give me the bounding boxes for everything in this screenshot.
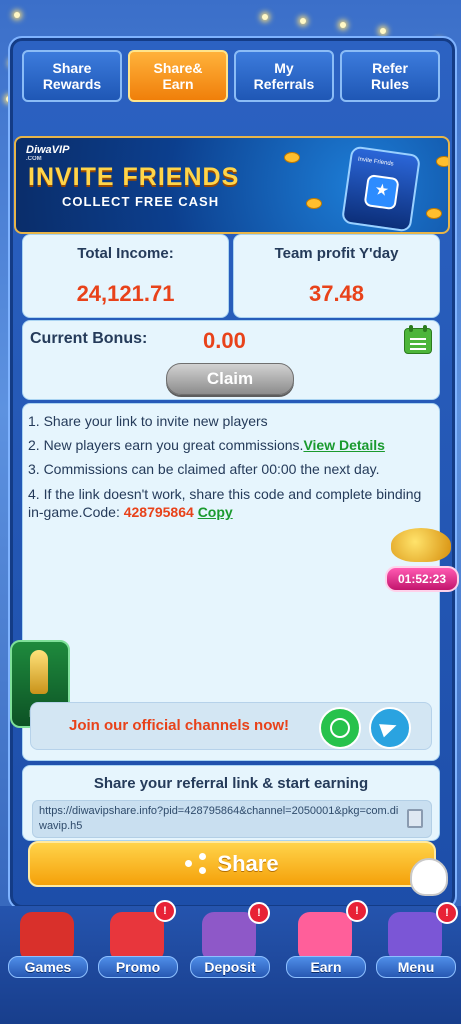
promo-badge: ! <box>154 900 176 922</box>
referral-link-box[interactable]: https://diwavipshare.info?pid=428795864&… <box>32 800 432 838</box>
menu-grid-icon <box>388 912 442 962</box>
share-button[interactable]: Share <box>28 841 436 887</box>
total-income-value: 24,121.71 <box>76 281 175 306</box>
rule-4: 4. If the link doesn't work, share this … <box>28 486 422 520</box>
phone-share-icon <box>298 912 352 962</box>
nav-earn-label: Earn <box>286 956 366 978</box>
tab-bar: Share Rewards Share& Earn My Referrals R… <box>22 50 440 102</box>
share-icon: ★ <box>363 174 400 211</box>
trophy-icon <box>30 650 48 694</box>
channels-text: Join our official channels now! <box>69 717 290 734</box>
telegram-icon[interactable] <box>369 707 411 749</box>
banner-title: INVITE FRIENDS <box>28 163 240 191</box>
invite-banner[interactable]: DiwaVIP .COM INVITE FRIENDS COLLECT FREE… <box>14 136 450 234</box>
referral-code: 428795864 <box>123 504 194 520</box>
claim-button[interactable]: Claim <box>166 363 294 395</box>
slot-machine-icon <box>20 912 74 962</box>
referral-title: Share your referral link & start earning <box>93 775 369 792</box>
tab-my-referrals[interactable]: My Referrals <box>234 50 334 102</box>
banner-subtitle: COLLECT FREE CASH <box>62 194 220 209</box>
menu-badge: ! <box>436 902 458 924</box>
tab-refer-rules[interactable]: Refer Rules <box>340 50 440 102</box>
lamp-promo-widget[interactable]: 01:52:23 <box>383 522 459 592</box>
referral-link-text: https://diwavipshare.info?pid=428795864&… <box>39 805 399 832</box>
share-icon <box>185 853 207 875</box>
nav-promo[interactable]: ! Promo <box>94 900 180 1024</box>
team-profit-value: 37.48 <box>308 281 365 306</box>
copy-code-link[interactable]: Copy <box>198 504 233 520</box>
current-bonus-label: Current Bonus: <box>30 330 148 347</box>
nav-games[interactable]: Games <box>4 906 90 1024</box>
copy-icon[interactable] <box>403 805 423 828</box>
whatsapp-icon[interactable] <box>319 707 361 749</box>
rule-3: 3. Commissions can be claimed after 00:0… <box>28 461 380 477</box>
team-profit-card: Team profit Y'day 37.48 <box>233 234 440 318</box>
magic-lamp-icon <box>391 528 451 562</box>
tab-share-rewards[interactable]: Share Rewards <box>22 50 122 102</box>
nav-menu[interactable]: ! Menu <box>372 902 458 1024</box>
bottom-nav: Games ! Promo ! Deposit ! Earn ! Menu <box>0 900 461 1024</box>
promo-timer: 01:52:23 <box>385 566 459 592</box>
nav-menu-label: Menu <box>376 956 456 978</box>
tab-share-earn[interactable]: Share& Earn <box>128 50 228 102</box>
nav-earn[interactable]: ! Earn <box>282 900 368 1024</box>
pointing-hand-icon <box>410 858 448 896</box>
wallet-icon <box>202 912 256 962</box>
nav-games-label: Games <box>8 956 88 978</box>
deposit-badge: ! <box>248 902 270 924</box>
earn-badge: ! <box>346 900 368 922</box>
calendar-icon[interactable] <box>404 325 432 354</box>
nav-promo-label: Promo <box>98 956 178 978</box>
view-details-link[interactable]: View Details <box>303 437 384 453</box>
current-bonus-value: 0.00 <box>203 328 246 353</box>
nav-deposit[interactable]: ! Deposit <box>186 902 272 1024</box>
phone-illustration: Invite Friends ★ <box>340 145 422 232</box>
total-income-label: Total Income: <box>77 245 174 262</box>
rule-1: 1. Share your link to invite new players <box>28 413 268 429</box>
total-income-card: Total Income: 24,121.71 <box>22 234 229 318</box>
gift-box-icon <box>110 912 164 962</box>
share-button-label: Share <box>217 851 279 876</box>
nav-deposit-label: Deposit <box>190 956 270 978</box>
team-profit-label: Team profit Y'day <box>274 245 399 262</box>
rule-2: 2. New players earn you great commission… <box>28 437 385 453</box>
channels-bar: Join our official channels now! <box>30 702 432 750</box>
brand-logo: DiwaVIP .COM <box>26 144 70 162</box>
